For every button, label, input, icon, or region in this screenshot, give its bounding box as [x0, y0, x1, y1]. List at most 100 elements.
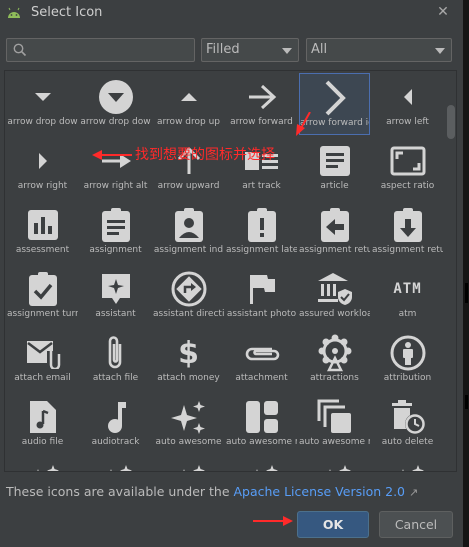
ok-button[interactable]: OK [297, 511, 369, 538]
icon-grid-item-label: auto awesome m [226, 437, 297, 447]
icon-grid-item[interactable]: aspect ratio [372, 137, 443, 199]
icon-grid-item-label: arrow drop dow [80, 117, 151, 127]
icon-grid-item[interactable]: assignment ind [153, 201, 224, 263]
icon-grid-item-label: art track [242, 181, 281, 191]
style-dropdown[interactable]: Filled [201, 38, 299, 62]
icon-grid-item-label: atm [398, 309, 417, 319]
icon-grid-item-label: aspect ratio [380, 181, 435, 191]
icon-grid-item[interactable]: attachment [226, 329, 297, 391]
category-dropdown[interactable]: All [306, 38, 452, 62]
auto-awesome-icon [315, 461, 355, 471]
icon-grid-item[interactable]: auto awesome [153, 393, 224, 455]
icon-grid-item[interactable] [7, 457, 78, 471]
arrow-forward-ios-icon [315, 78, 355, 118]
attach-email-icon [23, 333, 63, 373]
assured-workload-icon [315, 269, 355, 309]
icon-grid-item-label: assignment retur [372, 245, 443, 255]
icon-grid-item[interactable] [153, 457, 224, 471]
icon-grid-item-label: attach file [92, 373, 139, 383]
close-icon[interactable]: ✕ [436, 5, 450, 19]
icon-grid-item[interactable] [372, 457, 443, 471]
assignment-late-icon [242, 205, 282, 245]
assignment-ind-icon [169, 205, 209, 245]
article-icon [315, 141, 355, 181]
icon-grid-item[interactable]: assistant [80, 265, 151, 327]
icon-grid-item-label: arrow upward [157, 181, 220, 191]
icon-grid-item[interactable]: arrow drop dow [80, 73, 151, 135]
icon-grid-item[interactable]: attribution [372, 329, 443, 391]
attachment-icon [242, 333, 282, 373]
icon-grid-item[interactable]: assignment [80, 201, 151, 263]
icon-grid-item[interactable]: auto delete [372, 393, 443, 455]
annotation-arrow-icon [92, 150, 132, 160]
arrow-drop-up-icon [169, 77, 209, 117]
title-bar: Select Icon ✕ [0, 0, 463, 26]
icon-grid-item[interactable]: arrow right [7, 137, 78, 199]
icon-grid-item-label: assignment late [226, 245, 297, 255]
icon-grid-item-label: auto delete [381, 437, 434, 447]
icon-grid-item-label: arrow left [386, 117, 429, 127]
icon-grid-item[interactable]: auto awesome m [299, 393, 370, 455]
chevron-down-icon [282, 48, 292, 54]
icon-grid-item[interactable]: auto awesome m [226, 393, 297, 455]
icon-grid-item[interactable]: assured workloa [299, 265, 370, 327]
icon-grid-item-label: article [320, 181, 349, 191]
icon-grid-item[interactable]: assistant directio [153, 265, 224, 327]
icon-grid-item-label: arrow drop dow [7, 117, 78, 127]
auto-awesome-motion-icon [315, 397, 355, 437]
icon-grid-item[interactable]: arrow left [372, 73, 443, 135]
attractions-icon [315, 333, 355, 373]
arrow-forward-icon [242, 77, 282, 117]
search-input[interactable] [6, 38, 195, 62]
icon-grid-item-label: assignment turn [7, 309, 78, 319]
icon-grid-item[interactable]: attach file [80, 329, 151, 391]
icon-grid-item[interactable]: $ attach money [153, 329, 224, 391]
external-link-icon: ↗ [409, 486, 419, 499]
icon-grid-item[interactable]: assignment retur [372, 201, 443, 263]
icon-grid-item-label: audiotrack [91, 437, 140, 447]
icon-grid-item-label: audio file [21, 437, 64, 447]
dialog-title: Select Icon [31, 5, 103, 20]
assignment-turned-in-icon [23, 269, 63, 309]
style-dropdown-value: Filled [206, 42, 240, 57]
auto-awesome-icon [96, 461, 136, 471]
auto-awesome-icon [169, 397, 209, 437]
icon-grid-item[interactable] [226, 457, 297, 471]
auto-delete-icon [388, 397, 428, 437]
aspect-ratio-icon [388, 141, 428, 181]
icon-grid-item[interactable]: audiotrack [80, 393, 151, 455]
arrow-left-icon [388, 77, 428, 117]
icon-grid-item-label: attractions [310, 373, 359, 383]
annotation-text: 找到想要的图标并选择 [135, 147, 275, 163]
icon-grid-item-label: attribution [383, 373, 432, 383]
icon-grid-item[interactable] [299, 457, 370, 471]
background-edge [463, 0, 469, 547]
icon-grid-item[interactable]: arrow forward [226, 73, 297, 135]
icon-grid-item[interactable]: assignment turn [7, 265, 78, 327]
cancel-button[interactable]: Cancel [379, 511, 453, 538]
icon-grid-item[interactable]: assignment late [226, 201, 297, 263]
attribution-icon [388, 333, 428, 373]
icon-grid-item-label: assured workloa [299, 309, 370, 319]
icon-grid-item-label: auto awesome m [299, 437, 370, 447]
icon-grid-item[interactable]: ATM atm [372, 265, 443, 327]
icon-grid-item[interactable]: attractions [299, 329, 370, 391]
icon-grid-item[interactable]: arrow drop up [153, 73, 224, 135]
icon-grid-item[interactable]: assistant photo [226, 265, 297, 327]
icon-grid-item[interactable] [80, 457, 151, 471]
icon-grid-item[interactable]: attach email [7, 329, 78, 391]
icon-grid-item[interactable]: assignment retur [299, 201, 370, 263]
icon-grid-item-label: attach money [157, 373, 220, 383]
license-link[interactable]: Apache License Version 2.0 [233, 484, 405, 499]
auto-awesome-mosaic-icon [242, 397, 282, 437]
icon-grid-item[interactable]: audio file [7, 393, 78, 455]
scrollbar-thumb[interactable] [447, 105, 455, 139]
auto-awesome-icon [242, 461, 282, 471]
icon-grid-item-label: auto awesome [155, 437, 222, 447]
icon-grid-item[interactable]: article [299, 137, 370, 199]
icon-grid-item-label: attach email [14, 373, 71, 383]
arrow-drop-down-circle-icon [96, 77, 136, 117]
icon-grid-item[interactable]: arrow drop dow [7, 73, 78, 135]
icon-grid-item[interactable]: assessment [7, 201, 78, 263]
android-icon [8, 7, 20, 18]
